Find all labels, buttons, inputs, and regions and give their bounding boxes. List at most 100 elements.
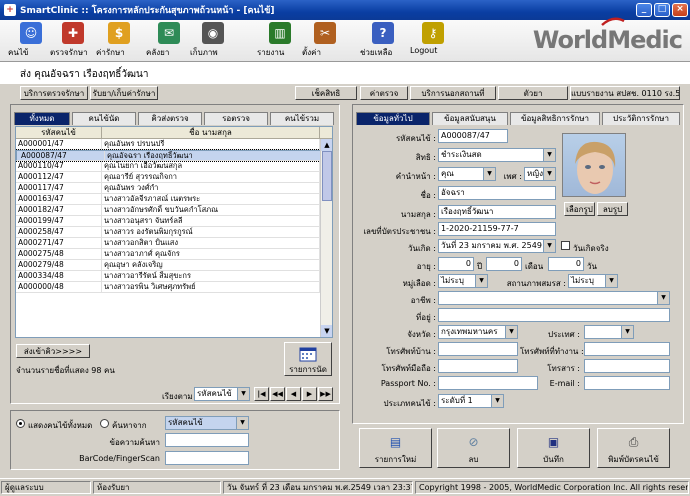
tab-rights-info[interactable]: ข้อมูลสิทธิการรักษา [510,112,600,125]
exam-fee-button[interactable]: ค่าตรวจ [360,86,408,100]
patient-type-select[interactable]: ระดับที่ 1 ▼ [438,394,504,408]
table-row[interactable]: A000182/47 นางสาวอักษรศักดิ์ ขบวันคกำโสภณ [16,205,332,216]
occupation-select[interactable]: ▼ [438,291,670,305]
home-phone-input[interactable] [438,342,518,356]
nav-next-page-button[interactable]: ▶▶ [318,387,333,401]
toolbar-drug-store-button[interactable]: ✉ คลังยา [146,21,192,61]
save-disk-button[interactable]: ▣ บันทึก [517,428,590,468]
nav-prev-page-button[interactable]: ◀◀ [270,387,285,401]
address-input[interactable] [438,308,670,322]
first-name-input[interactable]: อัจฉรา [438,186,556,200]
table-row[interactable]: A000271/47 นางสาวอกสิตา ปั้นแสง [16,238,332,249]
table-row[interactable]: A000334/48 นางสาวอารีรัตน์ สิ้มสุขะกร [16,271,332,282]
toolbar-logout-key-button[interactable]: ⚷ Logout [410,21,456,61]
choose-photo-button[interactable]: เลือกรูป [564,202,595,216]
keyword-input[interactable] [165,433,249,447]
age-label: อายุ : [416,262,436,271]
outside-service-button[interactable]: บริการนอกสถานที่ [410,86,496,100]
table-row[interactable]: A000001/47 คุณอันพร ปรบนปรี [16,139,332,150]
table-row[interactable]: A000087/47 คุณอัจฉรา เรืองฤทธิ์วัฒนา [16,149,325,162]
marital-select[interactable]: ไม่ระบุ ▼ [568,274,618,288]
scroll-up-icon[interactable]: ▲ [321,139,332,151]
table-row[interactable]: A000163/47 นางสาวอัลจีรภาสณ์ เนตรพระ [16,194,332,205]
tab-support-info[interactable]: ข้อมูลสนับสนุน [432,112,508,125]
rights-select[interactable]: ชำระเงินสด ▼ [438,148,556,162]
age-months-input[interactable]: 0 [486,257,522,271]
scroll-thumb[interactable] [322,151,332,201]
grid-body: A000001/47 คุณอันพร ปรบนปรี A000087/47 คุณอ… [16,139,332,293]
table-row[interactable]: A000110/47 คุณโนยกา เอื้อวัฒนสกุล [16,161,332,172]
printer-button[interactable]: ⎙ พิมพ์บัตรคนไข้ [597,428,670,468]
tab-all[interactable]: ทั้งหมด [14,112,70,125]
tab-appointment[interactable]: คนไข้นัด [72,112,136,125]
age-years-input[interactable]: 0 [438,257,474,271]
send-to-queue-button[interactable]: ส่งเข้าคิว>>>> [16,344,90,358]
nav-prev-button[interactable]: ◀ [286,387,301,401]
col-patient-name[interactable]: ชื่อ นามสกุล [102,127,320,138]
sex-select[interactable]: หญิง ▼ [524,167,556,181]
person-icon: ☺ [20,22,42,44]
age-days-input[interactable]: 0 [548,257,584,271]
toolbar-camera-button[interactable]: ◉ เก็บภาพ [190,21,236,61]
delete-button[interactable]: ⊘ ลบ [437,428,510,468]
table-row[interactable]: A000275/48 นางสาวอาภาศ์ คุณจักร [16,249,332,260]
new-document-button[interactable]: ▤ รายการใหม่ [359,428,432,468]
blood-type-select[interactable]: ไม่ระบุ ▼ [438,274,488,288]
check-rights-button[interactable]: เช็คสิทธิ [295,86,357,100]
table-row[interactable]: A000117/47 คุณอันพร วงศ์กำ [16,183,332,194]
minimize-button[interactable]: _ [636,3,652,17]
report-form-button[interactable]: แบบรายงาน สปสช. 0110 รง.5 [570,86,680,100]
toolbar-report-chart-button[interactable]: ▥ รายงาน [257,21,303,61]
search-field-select[interactable]: รหัสคนไข้ ▼ [165,416,249,430]
country-select[interactable]: ▼ [584,325,634,339]
toolbar-help-button[interactable]: ? ช่วยเหลือ [360,21,406,61]
toolbar-money-button[interactable]: $ ค่ารักษา [96,21,142,61]
grid-scrollbar[interactable]: ▲ ▼ [320,139,332,337]
nav-next-button[interactable]: ▶ [302,387,317,401]
drug-button[interactable]: ตัวยา [498,86,568,100]
idcard-input[interactable]: 1-2020-21159-77-7 [438,222,556,236]
province-select[interactable]: กรุงเทพมหานคร ▼ [438,325,518,339]
table-row[interactable]: A000000/48 นางสาวอรพิน วิเศษศุภทรัพย์ [16,282,332,293]
toolbar-doctor-button[interactable]: ✚ ตรวจรักษา [50,21,96,61]
passport-input[interactable] [438,376,538,390]
sort-select[interactable]: รหัสคนไข้ ▼ [194,387,250,401]
tab-waiting[interactable]: รอตรวจ [204,112,268,125]
table-row[interactable]: A000279/48 คุณอุษา คลังเจริญ [16,260,332,271]
patient-grid[interactable]: รหัสคนไข้ ชื่อ นามสกุล A000001/47 คุณอันพ… [15,126,333,338]
work-phone-input[interactable] [584,342,670,356]
nav-first-button[interactable]: |◀ [254,387,269,401]
birthdate-picker[interactable]: วันที่ 23 มกราคม พ.ศ. 2549 ▼ [438,239,556,253]
table-row[interactable]: A000112/47 คุณอารีย์ สุวรรณกิจกา [16,172,332,183]
prefix-select[interactable]: คุณ ▼ [438,167,496,181]
maximize-button[interactable]: □ [654,3,670,17]
search-by-radio[interactable] [100,419,109,428]
table-row[interactable]: A000258/47 นางสาวร องรัตนพิมกุรกูรณ์ [16,227,332,238]
surname-input[interactable]: เรืองฤทธิ์วัฒนา [438,205,556,219]
tab-general-info[interactable]: ข้อมูลทั่วไป [356,112,430,125]
toolbar-label: รายงาน [257,48,285,57]
email-input[interactable] [584,376,670,390]
clear-photo-button[interactable]: ลบรูป [597,202,628,216]
receive-drug-button[interactable]: รับยา/เก็บค่ารักษา [90,86,158,100]
scroll-down-icon[interactable]: ▼ [321,325,332,337]
appointment-list-button[interactable]: รายการนัด [284,342,332,376]
tab-exam-queue[interactable]: คิวส่งตรวจ [138,112,202,125]
tab-patient-total[interactable]: คนไข้รวม [270,112,334,125]
close-button[interactable]: × [672,3,688,17]
window-title-bar[interactable]: + SmartClinic :: โครงการหลักประกันสุขภาพ… [0,0,690,20]
service-exam-button[interactable]: บริการตรวจรักษา [20,86,88,100]
toolbar-settings-tools-button[interactable]: ✂ ตั้งค่า [302,21,348,61]
barcode-input[interactable] [165,451,249,465]
show-all-radio[interactable] [16,419,25,428]
table-row[interactable]: A000199/47 นางสาวอนุสรา จันทร์ลลี [16,216,332,227]
real-birthdate-checkbox[interactable] [561,241,570,250]
mobile-input[interactable] [438,359,518,373]
toolbar-person-button[interactable]: ☺ คนไข้ [8,21,54,61]
patient-id-input[interactable]: A000087/47 [438,129,508,143]
fax-input[interactable] [584,359,670,373]
toolbar-label: ตรวจรักษา [50,48,88,57]
col-patient-id[interactable]: รหัสคนไข้ [16,127,102,138]
chevron-down-icon: ▼ [621,326,633,338]
tab-treatment-history[interactable]: ประวัติการรักษา [602,112,680,125]
